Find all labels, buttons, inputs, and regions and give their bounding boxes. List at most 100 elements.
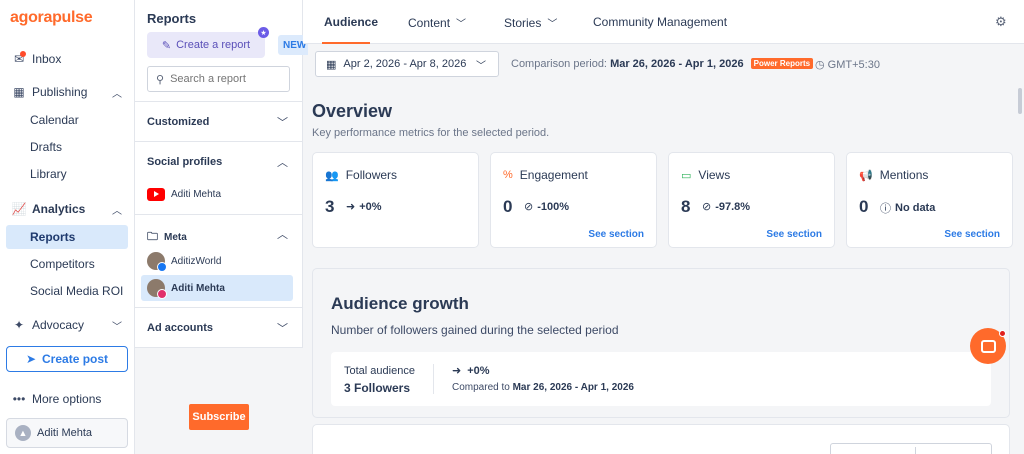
chevron-down-icon: ﹀ bbox=[476, 60, 486, 72]
info-icon: ⓘ bbox=[880, 203, 891, 215]
date-range-picker[interactable]: ▦ Apr 2, 2026 - Apr 8, 2026 ﹀ bbox=[315, 51, 499, 77]
audience-compared: Compared to Mar 26, 2026 - Apr 1, 2026 bbox=[452, 382, 634, 393]
analytics-icon: 📈 bbox=[11, 202, 27, 216]
view-toggle[interactable] bbox=[830, 443, 992, 454]
profile-facebook[interactable]: AditizWorld bbox=[141, 248, 293, 274]
nav-publishing[interactable]: ▦ Publishing ︿ bbox=[0, 80, 134, 104]
section-ad-accounts[interactable]: Ad accounts ﹀ bbox=[135, 307, 302, 347]
compared-range: Mar 26, 2026 - Apr 1, 2026 bbox=[512, 382, 634, 393]
metric-title: Mentions bbox=[879, 168, 929, 182]
nav-publishing-label: Publishing bbox=[32, 85, 88, 99]
nav-more-options[interactable]: ••• More options bbox=[0, 387, 134, 411]
nav-reports[interactable]: Reports bbox=[6, 225, 128, 249]
megaphone-icon: 📢 bbox=[859, 169, 873, 182]
metric-card-mentions: 📢 Mentions 0 ⓘ No data See section bbox=[846, 152, 1013, 248]
nav-social-roi[interactable]: Social Media ROI bbox=[6, 279, 128, 303]
scrollbar-thumb[interactable] bbox=[1018, 88, 1022, 114]
tab-content[interactable]: Content ﹀ bbox=[408, 15, 467, 31]
nav-inbox-label: Inbox bbox=[32, 52, 62, 66]
subscribe-button[interactable]: Subscribe bbox=[189, 404, 249, 430]
metric-delta: +0% bbox=[359, 200, 382, 213]
star-badge-icon: ★ bbox=[258, 27, 269, 38]
profile-youtube[interactable]: Aditi Mehta bbox=[141, 181, 293, 207]
nav-analytics[interactable]: 📈 Analytics ︿ bbox=[0, 197, 134, 221]
nav-library[interactable]: Library bbox=[6, 162, 128, 186]
chat-notification-dot bbox=[999, 330, 1006, 337]
chevron-up-icon: ︿ bbox=[112, 88, 122, 100]
chevron-up-icon: ︿ bbox=[277, 156, 288, 169]
edit-report-icon: ✎ bbox=[161, 39, 172, 52]
audience-growth-subtitle: Number of followers gained during the se… bbox=[331, 323, 619, 337]
comparison-period: Comparison period: Mar 26, 2026 - Apr 1,… bbox=[511, 58, 814, 70]
gear-icon[interactable]: ⚙ bbox=[995, 14, 1007, 30]
section-customized[interactable]: Customized ﹀ bbox=[135, 101, 302, 141]
nav-advocacy-label: Advocacy bbox=[32, 318, 85, 332]
chevron-down-icon: ﹀ bbox=[112, 321, 122, 333]
monitor-icon: ▭ bbox=[681, 169, 692, 182]
meta-group-label: Meta bbox=[164, 232, 187, 243]
overview-subtitle: Key performance metrics for the selected… bbox=[312, 127, 550, 139]
nav-calendar[interactable]: Calendar bbox=[6, 108, 128, 132]
section-social-profiles[interactable]: Social profiles ︿ bbox=[135, 141, 302, 181]
clock-icon: ◷ bbox=[815, 59, 825, 71]
main-nav: agorapulse ✉ Inbox ▦ Publishing ︿ Calend… bbox=[0, 0, 135, 454]
date-range-value: Apr 2, 2026 - Apr 8, 2026 bbox=[343, 58, 467, 70]
facebook-avatar bbox=[147, 252, 167, 272]
nav-advocacy[interactable]: ✦ Advocacy ﹀ bbox=[0, 313, 134, 337]
tab-stories[interactable]: Stories ﹀ bbox=[504, 15, 557, 31]
user-name: Aditi Mehta bbox=[37, 427, 93, 439]
tab-audience[interactable]: Audience bbox=[324, 15, 378, 29]
tab-community-management[interactable]: Community Management bbox=[593, 15, 727, 29]
nav-inbox[interactable]: ✉ Inbox bbox=[0, 47, 134, 71]
compared-label: Compared to bbox=[452, 382, 510, 393]
nav-competitors[interactable]: Competitors bbox=[6, 252, 128, 276]
advocacy-icon: ✦ bbox=[13, 318, 25, 332]
more-dots-icon: ••• bbox=[12, 392, 26, 406]
profile-name: Aditi Mehta bbox=[171, 188, 222, 200]
engagement-icon: % bbox=[503, 169, 513, 181]
audience-delta-value: +0% bbox=[467, 364, 490, 377]
metric-delta: No data bbox=[895, 202, 936, 214]
chevron-up-icon: ︿ bbox=[112, 205, 122, 217]
power-reports-badge: Power Reports bbox=[750, 58, 814, 69]
nav-drafts[interactable]: Drafts bbox=[6, 135, 128, 159]
meta-group-header[interactable]: 🗀 Meta bbox=[147, 228, 187, 247]
total-audience-value: 3 Followers bbox=[344, 381, 411, 395]
arrow-right-circle-icon: ➜ bbox=[452, 365, 462, 377]
profile-name: Aditi Mehta bbox=[171, 282, 225, 294]
create-report-button[interactable]: ✎ Create a report bbox=[147, 32, 265, 58]
comparison-label: Comparison period: bbox=[511, 58, 607, 70]
reports-panel: Reports ✎ Create a report ★ NEW ⚲ Custom… bbox=[135, 0, 308, 348]
see-section-link[interactable]: See section bbox=[588, 229, 644, 240]
customized-label: Customized bbox=[147, 115, 210, 128]
chevron-down-icon: ﹀ bbox=[456, 19, 467, 30]
user-menu[interactable]: ▲ Aditi Mehta bbox=[6, 418, 128, 448]
chat-launcher-button[interactable] bbox=[970, 328, 1006, 364]
arrow-down-circle-icon: ⊘ bbox=[702, 201, 712, 213]
see-section-link[interactable]: See section bbox=[766, 229, 822, 240]
metric-card-followers: 👥 Followers 3 ➜ +0% bbox=[312, 152, 479, 248]
chat-icon bbox=[980, 339, 996, 353]
chevron-up-icon: ︿ bbox=[277, 229, 288, 241]
create-post-label: Create post bbox=[42, 352, 109, 366]
audience-summary-box bbox=[331, 352, 991, 406]
report-search[interactable]: ⚲ bbox=[147, 66, 290, 92]
ad-accounts-label: Ad accounts bbox=[147, 321, 214, 334]
see-section-link[interactable]: See section bbox=[944, 229, 1000, 240]
total-audience-label: Total audience bbox=[344, 365, 415, 377]
youtube-icon bbox=[147, 187, 165, 201]
folder-icon: 🗀 bbox=[147, 231, 158, 243]
tab-stories-label: Stories bbox=[504, 15, 542, 30]
create-post-button[interactable]: ➤ Create post bbox=[6, 346, 128, 372]
social-profiles-label: Social profiles bbox=[147, 155, 223, 168]
notification-dot bbox=[20, 51, 26, 57]
report-search-input[interactable] bbox=[170, 73, 281, 85]
calendar-icon: ▦ bbox=[13, 85, 25, 99]
metric-card-engagement: % Engagement 0 ⊘ -100% See section bbox=[490, 152, 657, 248]
comparison-range: Mar 26, 2026 - Apr 1, 2026 bbox=[610, 58, 744, 70]
more-options-label: More options bbox=[32, 392, 102, 406]
metric-value: 0 bbox=[859, 197, 869, 216]
profile-instagram[interactable]: Aditi Mehta bbox=[141, 275, 293, 301]
summary-divider bbox=[433, 364, 434, 394]
agorapulse-logo[interactable]: agorapulse bbox=[10, 9, 93, 27]
